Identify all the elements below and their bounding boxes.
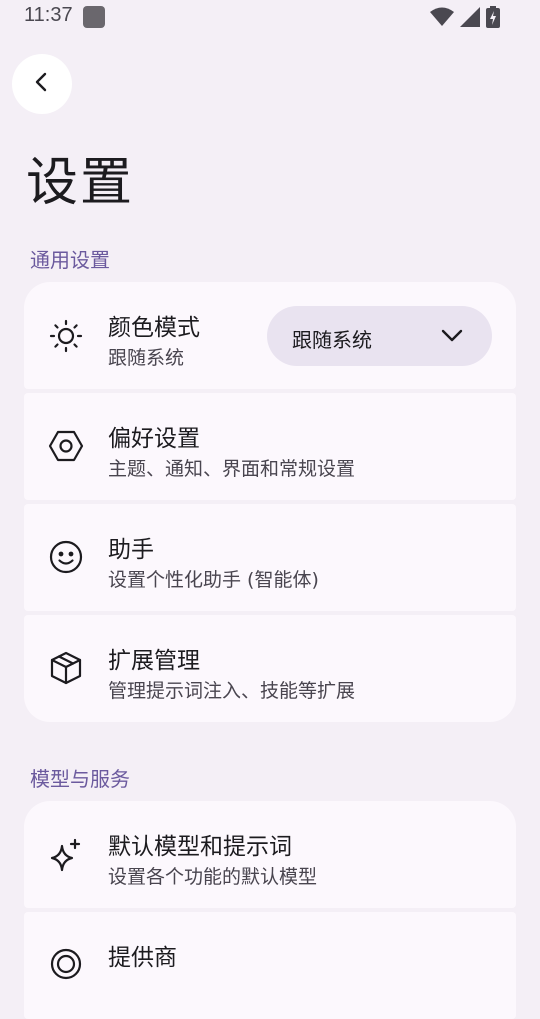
cell-signal-icon bbox=[460, 7, 480, 31]
chevron-left-icon bbox=[30, 70, 54, 98]
extensions-item[interactable]: 扩展管理 管理提示词注入、技能等扩展 bbox=[24, 615, 516, 722]
section-header-models: 模型与服务 bbox=[30, 767, 130, 791]
sun-icon bbox=[48, 318, 84, 354]
extensions-subtitle: 管理提示词注入、技能等扩展 bbox=[108, 680, 356, 702]
default-models-subtitle: 设置各个功能的默认模型 bbox=[108, 866, 318, 888]
providers-item[interactable]: 提供商 bbox=[24, 912, 516, 1019]
wifi-icon bbox=[430, 7, 454, 31]
default-models-item[interactable]: 默认模型和提示词 设置各个功能的默认模型 bbox=[24, 801, 516, 908]
color-mode-dropdown[interactable]: 跟随系统 bbox=[267, 306, 492, 366]
color-mode-subtitle: 跟随系统 bbox=[108, 347, 185, 369]
preferences-title: 偏好设置 bbox=[108, 426, 200, 452]
dropdown-selected-value: 跟随系统 bbox=[292, 328, 372, 352]
preferences-item[interactable]: 偏好设置 主题、通知、界面和常规设置 bbox=[24, 393, 516, 500]
chevron-down-icon bbox=[440, 324, 464, 348]
assistant-subtitle: 设置个性化助手 (智能体) bbox=[108, 569, 319, 591]
back-button[interactable] bbox=[12, 54, 72, 114]
color-mode-title: 颜色模式 bbox=[108, 315, 200, 341]
battery-icon bbox=[486, 6, 500, 32]
hexagon-settings-icon bbox=[48, 428, 84, 464]
status-time: 11:37 bbox=[24, 4, 73, 26]
notification-app-icon bbox=[83, 6, 105, 28]
status-icons bbox=[430, 6, 500, 32]
color-mode-item: 颜色模式 跟随系统 跟随系统 bbox=[24, 282, 516, 389]
package-box-icon bbox=[48, 650, 84, 686]
default-models-title: 默认模型和提示词 bbox=[108, 834, 292, 860]
smile-face-icon bbox=[48, 539, 84, 575]
status-bar: 11:37 bbox=[0, 0, 540, 34]
provider-icon bbox=[48, 946, 84, 982]
section-header-general: 通用设置 bbox=[30, 248, 110, 272]
page-title: 设置 bbox=[26, 153, 135, 213]
assistant-item[interactable]: 助手 设置个性化助手 (智能体) bbox=[24, 504, 516, 611]
sparkles-icon bbox=[48, 837, 84, 873]
extensions-title: 扩展管理 bbox=[108, 648, 200, 674]
assistant-title: 助手 bbox=[108, 537, 154, 563]
providers-title: 提供商 bbox=[108, 945, 177, 971]
preferences-subtitle: 主题、通知、界面和常规设置 bbox=[108, 458, 356, 480]
